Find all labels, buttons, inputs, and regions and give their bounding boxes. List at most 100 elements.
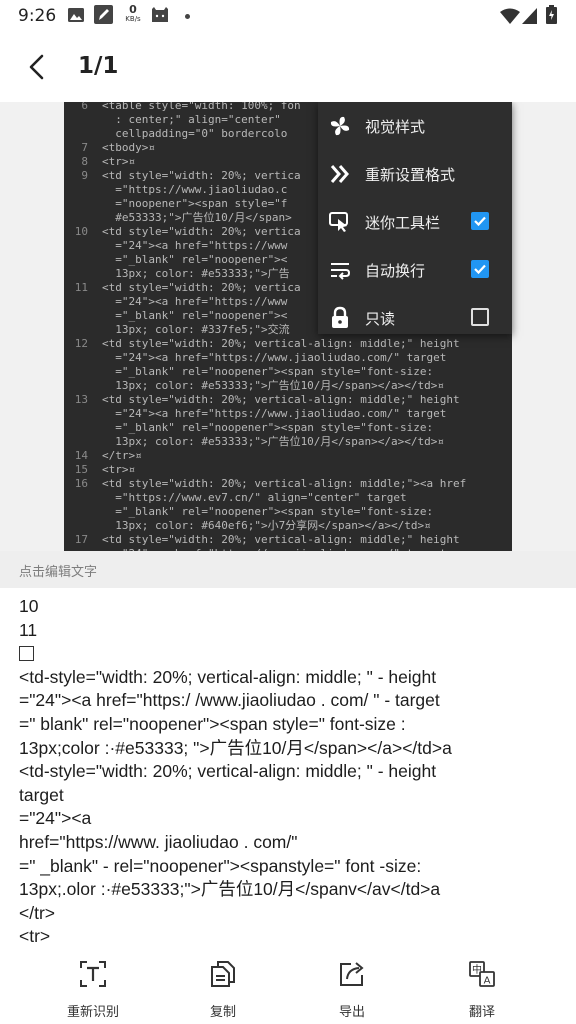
code-line-text: <td style="width: 20%; vertical-align: m… [102, 477, 467, 490]
code-line-text: ="_blank" rel="noopener"><span style="fo… [102, 505, 434, 518]
code-line-number: 17 [74, 533, 88, 546]
ocr-text-line: =" blank" rel="noopener"><span style=" f… [19, 714, 406, 734]
code-line-text: <td style="width: 20%; vertica [102, 225, 301, 238]
image-preview[interactable]: 6 <table style="width: 100%; fon : center… [0, 102, 576, 551]
code-line-text: ="_blank" rel="noopener"><span style="fo… [102, 365, 434, 378]
note-notification-icon [94, 5, 113, 24]
code-line: ="_blank" rel="noopener"><span style="fo… [64, 421, 512, 435]
menu-item-label: 只读 [365, 310, 396, 328]
menu-item-word-wrap[interactable]: 自动换行 [318, 246, 512, 294]
code-line: 16 <td style="width: 20%; vertical-align:… [64, 477, 512, 491]
ocr-checkbox-glyph [19, 641, 564, 665]
code-line-number: 12 [74, 337, 88, 350]
code-line-text: <table style="width: 100%; fon [102, 102, 301, 112]
code-line-text: #e53333;">广告位10/月</span> [102, 211, 292, 224]
copy-button[interactable]: 复制 [168, 958, 278, 1020]
image-notification-icon [68, 8, 84, 22]
code-line-text: </tr>¤ [102, 449, 142, 462]
android-notification-icon [152, 7, 168, 22]
code-line-number: 15 [74, 463, 88, 476]
code-line-number: 14 [74, 449, 88, 462]
toolbar-label: 导出 [338, 1005, 365, 1020]
bottom-toolbar: 重新识别 复制 导出 中 A 翻译 [0, 952, 576, 1024]
mini-toolbar-checkbox[interactable] [471, 212, 489, 230]
ocr-text-line: <td-style="width: 20%; vertical-align: m… [19, 761, 437, 782]
code-line-text: ="24"><a href="https://www.jiaoliudao.co… [102, 351, 447, 364]
ocr-text-line: 13px;.olor :·#e53333;">广告位10/月</spanv</a… [19, 879, 441, 900]
touch-toolbar-icon [329, 212, 348, 232]
signal-icon [522, 8, 537, 24]
text-recognize-icon [80, 961, 106, 987]
code-line-text: 13px; color: #e53333;">广告 [102, 267, 290, 280]
code-line-text: ="https://www.jiaoliudao.c [102, 183, 288, 196]
chevron-left-icon[interactable] [22, 52, 52, 82]
code-line-text: ="_blank" rel="noopener"><span style="fo… [102, 421, 434, 434]
wrap-text-icon [331, 263, 351, 280]
code-line-number: 10 [74, 225, 88, 238]
code-line: ="_blank" rel="noopener"><span style="fo… [64, 365, 512, 379]
page-indicator: 1/1 [78, 53, 119, 79]
toolbar-label: 翻译 [468, 1005, 495, 1020]
code-line-number: 8 [81, 155, 88, 168]
ocr-text-line: ="24"><a [19, 808, 92, 829]
ocr-text-line: 13px;color :·#e53333; ">广告位10/月</span></… [19, 737, 452, 758]
menu-item-reformat[interactable]: 重新设置格式 [318, 150, 512, 198]
code-line-text: <td style="width: 20%; vertical-align: m… [102, 533, 460, 546]
menu-item-visual-style[interactable]: 视觉样式 [318, 102, 512, 150]
app-header: 1/1 [0, 34, 576, 102]
translate-icon: 中 A [469, 961, 495, 987]
menu-item-read-only[interactable]: 只读 [318, 294, 512, 342]
code-line-text: ="https://www.ev7.cn/" align="center" ta… [102, 491, 407, 504]
toolbar-label: 复制 [209, 1005, 236, 1020]
re-recognize-button[interactable]: 重新识别 [38, 958, 148, 1020]
export-button[interactable]: 导出 [297, 958, 407, 1020]
code-line-text: <td style="width: 20%; vertica [102, 281, 301, 294]
menu-item-label: 自动换行 [365, 262, 426, 280]
status-bar: 9:26 0 KB/s [0, 0, 576, 34]
edit-hint-bar: 点击编辑文字 [0, 551, 576, 588]
status-time: 9:26 [18, 6, 57, 26]
network-speed-value: 0 [129, 3, 137, 16]
ocr-text-line: 10 [19, 596, 39, 616]
code-line: 13 <td style="width: 20%; vertical-align:… [64, 393, 512, 407]
code-line-text: ="noopener"><span style="f [102, 197, 288, 210]
menu-item-label: 迷你工具栏 [365, 214, 441, 232]
code-line-number: 16 [74, 477, 88, 490]
square-glyph-icon [19, 646, 34, 662]
code-line-text: ="24"><a href="https://www [102, 239, 288, 252]
code-line: 14 </tr>¤ [64, 449, 512, 463]
code-line-text: 13px; color: #e53333;">广告位10/月</span></a… [102, 435, 445, 448]
code-line: ="24"><a href="https://www.jiaoliudao.co… [64, 351, 512, 365]
code-line: 13px; color: #e53333;">广告位10/月</span></a… [64, 435, 512, 449]
code-line-text: ="_blank" rel="noopener">< [102, 253, 288, 266]
read-only-checkbox[interactable] [471, 308, 489, 326]
ocr-text-area[interactable]: 10 11 <td-style="width: 20%; vertical-alig… [19, 594, 564, 950]
code-line-text: : center;" align="center" [102, 113, 288, 126]
code-line-number: 11 [74, 281, 88, 294]
word-wrap-checkbox[interactable] [471, 260, 489, 278]
ocr-text-line: <td-style="width: 20%; vertical-align: m… [19, 666, 437, 687]
menu-item-label: 重新设置格式 [365, 166, 456, 184]
code-line-number: 9 [81, 169, 88, 182]
code-line-text: <td style="width: 20%; vertical-align: m… [102, 393, 460, 406]
code-line: ="https://www.ev7.cn/" align="center" ta… [64, 491, 512, 505]
code-line-text: 13px; color: #e53333;">广告位10/月</span></a… [102, 379, 445, 392]
code-line: ="24"><a href="https://www.jiaoliudao.co… [64, 407, 512, 421]
network-speed: 0 KB/s [123, 4, 143, 23]
network-speed-unit: KB/s [125, 15, 141, 23]
double-chevron-right-icon [330, 165, 349, 183]
code-line-text: <tr>¤ [102, 463, 136, 476]
wifi-icon [500, 8, 520, 24]
translate-button[interactable]: 中 A 翻译 [427, 958, 537, 1020]
code-line-text: <tbody>¤ [102, 141, 155, 154]
ocr-text-line: <tr> [19, 926, 51, 947]
code-line: 17 <td style="width: 20%; vertical-align:… [64, 533, 512, 547]
ocr-text-line: href="https://www. jiaoliudao . com/" [19, 832, 298, 852]
code-line-text: 13px; color: #337fe5;">交流 [102, 323, 290, 336]
code-line: 15 <tr>¤ [64, 463, 512, 477]
code-line-number: 7 [81, 141, 88, 154]
menu-item-mini-toolbar[interactable]: 迷你工具栏 [318, 198, 512, 246]
code-line-number: 13 [74, 393, 88, 406]
ocr-text-line: =" _blank" - rel="noopener"><spanstyle="… [19, 855, 422, 876]
context-menu: 视觉样式 重新设置格式 迷你工具栏 自动换行 只读 [318, 102, 512, 334]
